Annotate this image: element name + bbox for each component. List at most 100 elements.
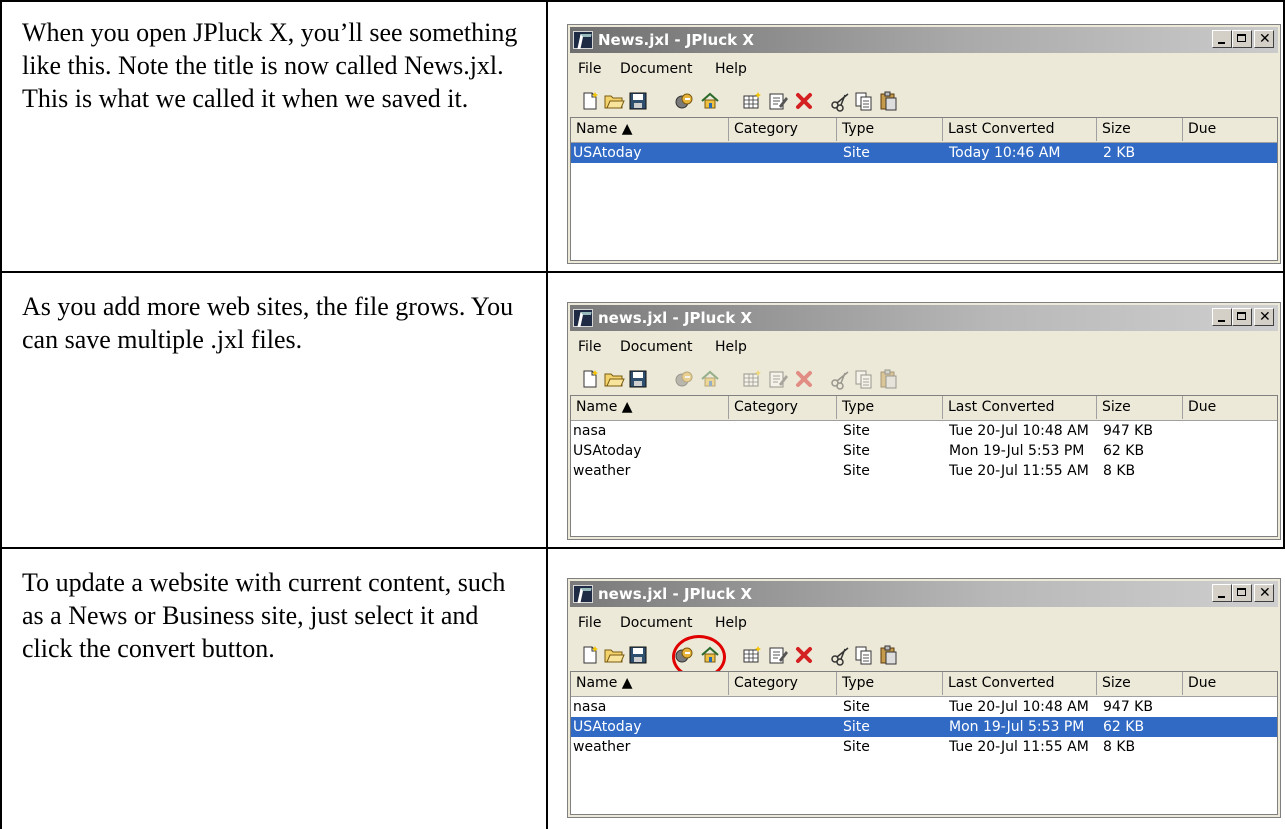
minimize-icon bbox=[1218, 596, 1225, 598]
cell-size: 947 KB bbox=[1103, 699, 1153, 715]
column-header-category[interactable]: Category bbox=[729, 118, 837, 141]
cut-button[interactable] bbox=[828, 367, 852, 391]
cell-last-converted: Mon 19-Jul 5:53 PM bbox=[949, 443, 1085, 459]
column-header-type[interactable]: Type bbox=[837, 118, 943, 141]
cut-button[interactable] bbox=[828, 89, 852, 113]
cell-size: 8 KB bbox=[1103, 739, 1136, 755]
cell-last-converted: Mon 19-Jul 5:53 PM bbox=[949, 719, 1085, 735]
delete-button[interactable] bbox=[792, 367, 816, 391]
edit-properties-button[interactable] bbox=[766, 367, 790, 391]
open-folder-button[interactable] bbox=[602, 89, 626, 113]
save-disk-icon bbox=[627, 368, 649, 390]
menu-help[interactable]: Help bbox=[715, 615, 747, 631]
maximize-button[interactable] bbox=[1232, 584, 1252, 602]
column-header-name[interactable]: Name ▲ bbox=[571, 118, 729, 141]
menu-document[interactable]: Document bbox=[620, 339, 693, 355]
jpluck-window-2: news.jxl - JPluck X ✕ File Document Help… bbox=[567, 302, 1281, 540]
column-header-due[interactable]: Due bbox=[1183, 118, 1277, 141]
column-header-size[interactable]: Size bbox=[1097, 118, 1183, 141]
table-row[interactable]: USAtoday Site Mon 19-Jul 5:53 PM 62 KB bbox=[571, 441, 1277, 461]
table-row[interactable]: USAtoday Site Today 10:46 AM 2 KB bbox=[571, 143, 1277, 163]
document-list[interactable]: Name ▲ Category Type Last Converted Size Due … bbox=[570, 117, 1278, 261]
open-folder-button[interactable] bbox=[602, 367, 626, 391]
maximize-button[interactable] bbox=[1232, 308, 1252, 326]
list-header: Name ▲ Category Type Last Converted Size Due bbox=[571, 672, 1277, 697]
close-button[interactable]: ✕ bbox=[1254, 308, 1274, 326]
column-header-last-converted[interactable]: Last Converted bbox=[943, 118, 1097, 141]
new-document-button[interactable] bbox=[578, 367, 602, 391]
cell-type: Site bbox=[843, 463, 870, 479]
new-document-icon bbox=[579, 644, 601, 666]
close-button[interactable]: ✕ bbox=[1254, 30, 1274, 48]
column-header-size[interactable]: Size bbox=[1097, 396, 1183, 419]
add-site-icon bbox=[741, 644, 763, 666]
new-document-icon bbox=[579, 368, 601, 390]
close-button[interactable]: ✕ bbox=[1254, 584, 1274, 602]
cut-button[interactable] bbox=[828, 643, 852, 667]
cell-name: USAtoday bbox=[573, 145, 642, 161]
cell-size: 62 KB bbox=[1103, 719, 1145, 735]
minimize-button[interactable] bbox=[1212, 584, 1232, 602]
column-header-name[interactable]: Name ▲ bbox=[571, 396, 729, 419]
minimize-button[interactable] bbox=[1212, 308, 1232, 326]
menu-document[interactable]: Document bbox=[620, 61, 693, 77]
table-row[interactable]: nasa Site Tue 20-Jul 10:48 AM 947 KB bbox=[571, 697, 1277, 717]
table-row[interactable]: USAtoday Site Mon 19-Jul 5:53 PM 62 KB bbox=[571, 717, 1277, 737]
delete-button[interactable] bbox=[792, 643, 816, 667]
column-header-type[interactable]: Type bbox=[837, 396, 943, 419]
column-header-type[interactable]: Type bbox=[837, 672, 943, 695]
document-list[interactable]: Name ▲ Category Type Last Converted Size Due … bbox=[570, 395, 1278, 537]
table-row[interactable]: weather Site Tue 20-Jul 11:55 AM 8 KB bbox=[571, 737, 1277, 757]
add-site-icon bbox=[741, 90, 763, 112]
column-header-category[interactable]: Category bbox=[729, 672, 837, 695]
cell-name: weather bbox=[573, 463, 631, 479]
copy-button[interactable] bbox=[852, 367, 876, 391]
cut-icon bbox=[829, 90, 851, 112]
delete-icon bbox=[793, 90, 815, 112]
document-list[interactable]: Name ▲ Category Type Last Converted Size Due … bbox=[570, 671, 1278, 815]
paste-button[interactable] bbox=[876, 643, 900, 667]
home-button[interactable] bbox=[698, 89, 722, 113]
column-header-size[interactable]: Size bbox=[1097, 672, 1183, 695]
paste-button[interactable] bbox=[876, 367, 900, 391]
save-disk-button[interactable] bbox=[626, 89, 650, 113]
table-row[interactable]: weather Site Tue 20-Jul 11:55 AM 8 KB bbox=[571, 461, 1277, 481]
cell-type: Site bbox=[843, 699, 870, 715]
add-site-button[interactable] bbox=[740, 367, 764, 391]
maximize-icon bbox=[1237, 588, 1246, 596]
paste-button[interactable] bbox=[876, 89, 900, 113]
column-header-last-converted[interactable]: Last Converted bbox=[943, 396, 1097, 419]
column-header-due[interactable]: Due bbox=[1183, 396, 1277, 419]
home-button[interactable] bbox=[698, 367, 722, 391]
minimize-button[interactable] bbox=[1212, 30, 1232, 48]
edit-properties-button[interactable] bbox=[766, 643, 790, 667]
column-header-name[interactable]: Name ▲ bbox=[571, 672, 729, 695]
table-row[interactable]: nasa Site Tue 20-Jul 10:48 AM 947 KB bbox=[571, 421, 1277, 441]
column-header-category[interactable]: Category bbox=[729, 396, 837, 419]
convert-button[interactable] bbox=[672, 89, 696, 113]
save-disk-button[interactable] bbox=[626, 643, 650, 667]
maximize-button[interactable] bbox=[1232, 30, 1252, 48]
new-document-button[interactable] bbox=[578, 643, 602, 667]
menu-help[interactable]: Help bbox=[715, 61, 747, 77]
add-site-button[interactable] bbox=[740, 89, 764, 113]
convert-button[interactable] bbox=[672, 367, 696, 391]
add-site-button[interactable] bbox=[740, 643, 764, 667]
column-header-due[interactable]: Due bbox=[1183, 672, 1277, 695]
menu-file[interactable]: File bbox=[578, 615, 601, 631]
menu-document[interactable]: Document bbox=[620, 615, 693, 631]
edit-properties-button[interactable] bbox=[766, 89, 790, 113]
menu-file[interactable]: File bbox=[578, 61, 601, 77]
column-header-last-converted[interactable]: Last Converted bbox=[943, 672, 1097, 695]
cell-type: Site bbox=[843, 719, 870, 735]
window-title: News.jxl - JPluck X bbox=[598, 31, 754, 49]
copy-button[interactable] bbox=[852, 89, 876, 113]
open-folder-button[interactable] bbox=[602, 643, 626, 667]
menu-file[interactable]: File bbox=[578, 339, 601, 355]
delete-button[interactable] bbox=[792, 89, 816, 113]
menu-help[interactable]: Help bbox=[715, 339, 747, 355]
new-document-button[interactable] bbox=[578, 89, 602, 113]
save-disk-button[interactable] bbox=[626, 367, 650, 391]
home-icon bbox=[699, 90, 721, 112]
copy-button[interactable] bbox=[852, 643, 876, 667]
